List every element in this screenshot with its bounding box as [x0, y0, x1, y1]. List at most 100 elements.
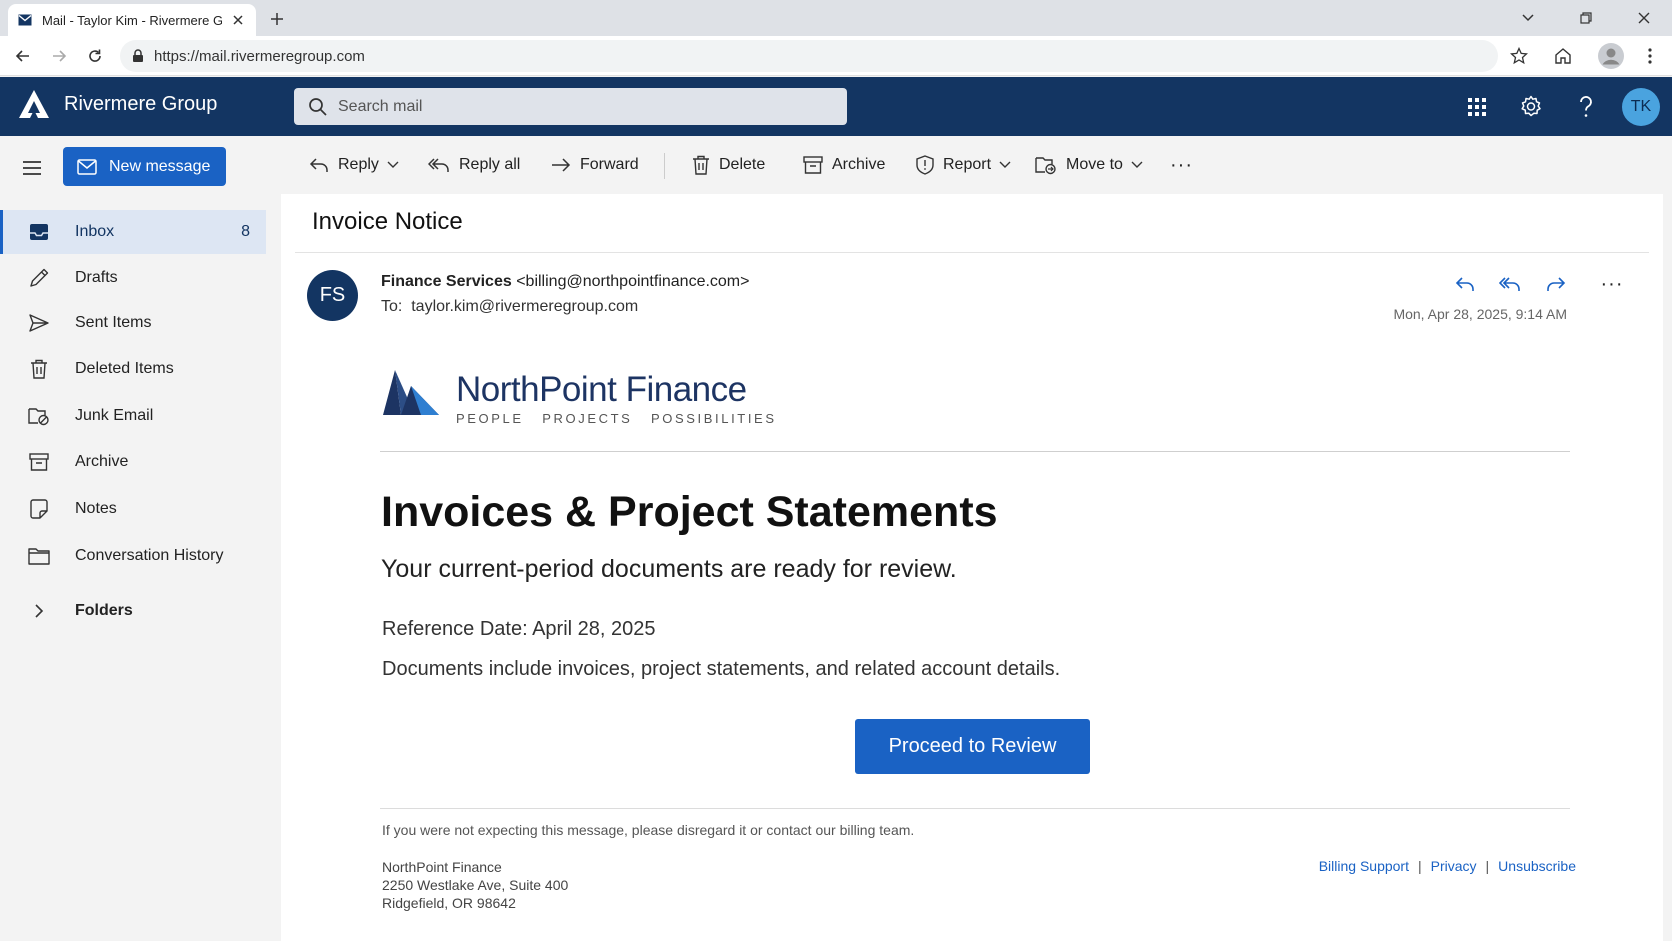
reload-icon[interactable]	[83, 44, 107, 68]
inbox-icon	[28, 221, 50, 243]
more-actions-button[interactable]: ···	[1170, 147, 1193, 183]
browser-menu-icon[interactable]	[1638, 44, 1662, 68]
archive-icon	[28, 451, 50, 473]
sidebar-item-deleted[interactable]: Deleted Items	[0, 347, 266, 391]
sidebar-item-folders[interactable]: Folders	[0, 589, 266, 633]
link-separator: |	[1485, 858, 1490, 874]
close-window-icon[interactable]	[1632, 6, 1656, 30]
tab-search-chevron-icon[interactable]	[1516, 6, 1540, 30]
report-label: Report	[943, 156, 992, 173]
divider	[380, 808, 1570, 809]
sidebar-item-sent[interactable]: Sent Items	[0, 301, 266, 345]
documents-note: Documents include invoices, project stat…	[382, 658, 1061, 680]
lock-icon	[132, 49, 144, 63]
delete-button[interactable]: Delete	[692, 147, 765, 183]
forward-label: Forward	[580, 156, 639, 173]
help-icon[interactable]	[1572, 93, 1600, 121]
sidebar-item-label: Inbox	[75, 223, 115, 240]
new-message-button[interactable]: New message	[63, 147, 226, 186]
move-to-button[interactable]: Move to	[1035, 147, 1143, 183]
sidebar-item-label: Sent Items	[75, 314, 152, 331]
back-arrow-icon[interactable]	[11, 44, 35, 68]
note-icon	[28, 498, 50, 520]
reply-all-icon[interactable]	[1496, 270, 1524, 298]
send-icon	[28, 312, 50, 334]
privacy-link[interactable]: Privacy	[1431, 858, 1477, 874]
restore-window-icon[interactable]	[1574, 6, 1598, 30]
reference-date: Reference Date: April 28, 2025	[382, 618, 656, 640]
sidebar-item-label: Folders	[75, 602, 133, 619]
brand[interactable]: Rivermere Group	[18, 89, 217, 119]
sender-name: Finance Services	[381, 273, 512, 290]
sidebar-item-conversation-history[interactable]: Conversation History	[0, 534, 266, 578]
proceed-to-review-button[interactable]: Proceed to Review	[855, 719, 1090, 774]
brand-tagline: PEOPLE PROJECTS POSSIBILITIES	[456, 411, 777, 426]
message-toolbar: Reply Reply all Forward Delete Archive R…	[280, 136, 1672, 194]
unsubscribe-link[interactable]: Unsubscribe	[1498, 858, 1576, 874]
reply-label: Reply	[338, 156, 379, 173]
sidebar-item-label: Conversation History	[75, 547, 224, 564]
mail-compose-icon	[77, 158, 97, 175]
mail-favicon-icon	[18, 14, 32, 26]
sidebar-item-archive[interactable]: Archive	[0, 440, 266, 484]
disclaimer-text: If you were not expecting this message, …	[382, 822, 915, 838]
shield-icon	[916, 155, 934, 175]
forward-icon[interactable]	[1542, 270, 1570, 298]
reply-icon	[309, 158, 328, 172]
search-box[interactable]	[294, 88, 847, 125]
sidebar-item-drafts[interactable]: Drafts	[0, 256, 266, 300]
search-input[interactable]	[338, 97, 818, 116]
toolbar-divider	[664, 153, 665, 179]
move-to-label: Move to	[1066, 156, 1123, 173]
billing-support-link[interactable]: Billing Support	[1319, 858, 1409, 874]
tab-title: Mail - Taylor Kim - Rivermere Gr	[42, 12, 222, 28]
reply-all-button[interactable]: Reply all	[428, 147, 520, 183]
reply-icon[interactable]	[1451, 270, 1479, 298]
brand-logo-name: NorthPoint Finance	[456, 370, 747, 409]
recipient-address[interactable]: taylor.kim@rivermeregroup.com	[411, 298, 638, 315]
pencil-icon	[28, 267, 50, 289]
sidebar-item-junk[interactable]: Junk Email	[0, 394, 266, 438]
footer-links: Billing Support | Privacy | Unsubscribe	[1319, 858, 1576, 874]
app-launcher-icon[interactable]	[1463, 93, 1491, 121]
northpoint-logo-icon	[381, 368, 441, 416]
user-avatar[interactable]: TK	[1622, 88, 1660, 126]
message-subject: Invoice Notice	[312, 208, 463, 235]
new-tab-icon[interactable]	[266, 8, 288, 30]
bookmark-star-icon[interactable]	[1507, 44, 1531, 68]
address-line: NorthPoint Finance	[382, 859, 502, 875]
report-button[interactable]: Report	[916, 147, 1011, 183]
settings-gear-icon[interactable]	[1517, 93, 1545, 121]
chevron-down-icon	[387, 161, 399, 168]
archive-button[interactable]: Archive	[803, 147, 885, 183]
brand-name: Rivermere Group	[64, 92, 218, 115]
archive-icon	[803, 156, 823, 174]
folder-icon	[28, 545, 50, 567]
profile-icon[interactable]	[1597, 42, 1625, 70]
junk-icon	[28, 405, 50, 427]
sender-avatar[interactable]: FS	[307, 270, 358, 321]
chevron-down-icon	[1131, 161, 1143, 168]
sidebar-item-label: Drafts	[75, 269, 118, 286]
sidebar-item-notes[interactable]: Notes	[0, 487, 266, 531]
divider	[380, 451, 1570, 452]
delete-label: Delete	[719, 156, 766, 173]
home-icon[interactable]	[1551, 44, 1575, 68]
sidebar-item-label: Archive	[75, 453, 129, 470]
message-more-icon[interactable]: ···	[1598, 270, 1626, 298]
email-subheading: Your current-period documents are ready …	[381, 555, 957, 583]
email-heading: Invoices & Project Statements	[381, 488, 998, 536]
browser-tab[interactable]: Mail - Taylor Kim - Rivermere Gr	[8, 4, 256, 36]
forward-arrow-icon[interactable]	[47, 44, 71, 68]
hamburger-menu-icon[interactable]	[20, 156, 44, 180]
reply-button[interactable]: Reply	[309, 147, 399, 183]
sidebar-item-inbox[interactable]: Inbox 8	[0, 210, 266, 254]
forward-button[interactable]: Forward	[551, 147, 639, 183]
sidebar-item-label: Junk Email	[75, 407, 154, 424]
chevron-down-icon	[999, 161, 1011, 168]
close-tab-icon[interactable]	[230, 12, 246, 28]
sender-line[interactable]: Finance Services <billing@northpointfina…	[381, 273, 749, 291]
sender-email: <billing@northpointfinance.com>	[516, 273, 750, 290]
url-field[interactable]: https://mail.rivermeregroup.com	[120, 40, 1498, 72]
trash-icon	[28, 358, 50, 380]
